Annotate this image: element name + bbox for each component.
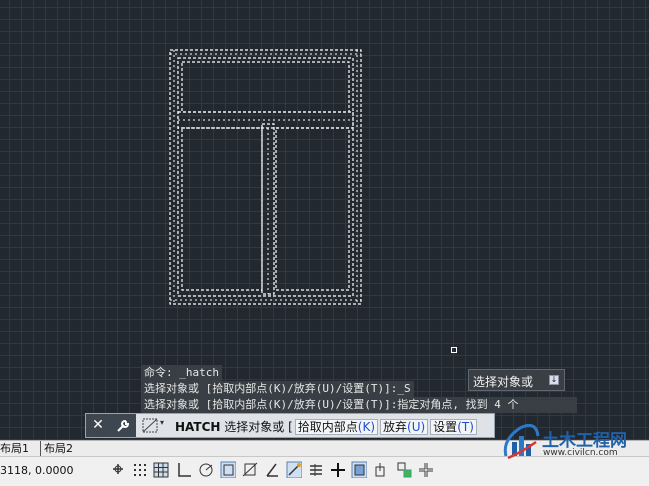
command-history-line: 选择对象或 [拾取内部点(K)/放弃(U)/设置(T)]:_S [141, 381, 414, 397]
option-label: 放弃 [383, 420, 408, 434]
option-label: 拾取内部点 [297, 420, 358, 434]
command-history-line: 选择对象或 [拾取内部点(K)/放弃(U)/设置(T)]:指定对角点, 找到 4… [141, 397, 577, 413]
option-label: 设置 [433, 420, 458, 434]
ducs-icon[interactable] [264, 461, 280, 478]
ortho-icon[interactable] [176, 461, 192, 478]
outer-frame [169, 49, 362, 305]
command-name: HATCH [175, 420, 221, 434]
add-icon[interactable] [418, 461, 434, 478]
right-pane [275, 127, 350, 291]
cursor-coordinates: 3118, 0.0000 [0, 464, 74, 477]
osnap-icon[interactable] [220, 461, 236, 478]
dyn-icon[interactable] [286, 461, 302, 478]
left-pane [181, 123, 275, 295]
option-pick-internal-point[interactable]: 拾取内部点(K) [294, 419, 378, 435]
option-key: (K) [357, 420, 375, 434]
option-key: (U) [407, 420, 426, 434]
polar-icon[interactable] [198, 461, 214, 478]
watermark-url: www.civilcn.com [543, 448, 618, 458]
tooltip-text: 选择对象或 [473, 375, 534, 389]
prompt-text: 选择对象或 [ [220, 420, 293, 434]
command-history-line: 命令: _hatch [141, 365, 222, 381]
close-icon[interactable]: ✕ [86, 414, 110, 437]
tab-layout1[interactable]: 布局1 [0, 441, 29, 456]
selection-cycling-icon[interactable] [351, 461, 367, 478]
pickbox-cursor [451, 347, 457, 353]
command-prompt: HATCH 选择对象或 [拾取内部点(K) 放弃(U) 设置(T) [175, 418, 477, 435]
dynamic-input-tooltip[interactable]: 选择对象或 ↓ [468, 369, 565, 391]
option-settings[interactable]: 设置(T) [430, 419, 477, 435]
option-undo[interactable]: 放弃(U) [380, 419, 429, 435]
annotation-monitor-icon[interactable] [374, 461, 390, 478]
transparency-icon[interactable] [330, 461, 346, 478]
otrack-icon[interactable] [242, 461, 258, 478]
option-key: (T) [457, 420, 474, 434]
options-dropdown-icon[interactable]: ↓ [549, 375, 559, 385]
transom-frame [177, 61, 354, 129]
quick-properties-icon[interactable] [396, 461, 412, 478]
tab-layout2[interactable]: 布局2 [40, 441, 73, 456]
command-line[interactable]: ✕ ▾ HATCH 选择对象或 [拾取内部点(K) 放弃(U) 设置(T) [85, 413, 495, 438]
civilcn-logo-icon [503, 423, 540, 460]
snap-icon[interactable] [132, 461, 148, 478]
infer-constraint-icon[interactable] [110, 461, 126, 478]
customize-wrench-icon[interactable] [110, 414, 136, 437]
civilcn-watermark: 土木工程网 www.civilcn.com [500, 422, 645, 462]
lineweight-icon[interactable] [308, 461, 324, 478]
grid-icon[interactable] [153, 461, 169, 478]
hatch-icon[interactable] [142, 418, 158, 433]
recent-commands-dropdown-icon[interactable]: ▾ [160, 418, 164, 427]
